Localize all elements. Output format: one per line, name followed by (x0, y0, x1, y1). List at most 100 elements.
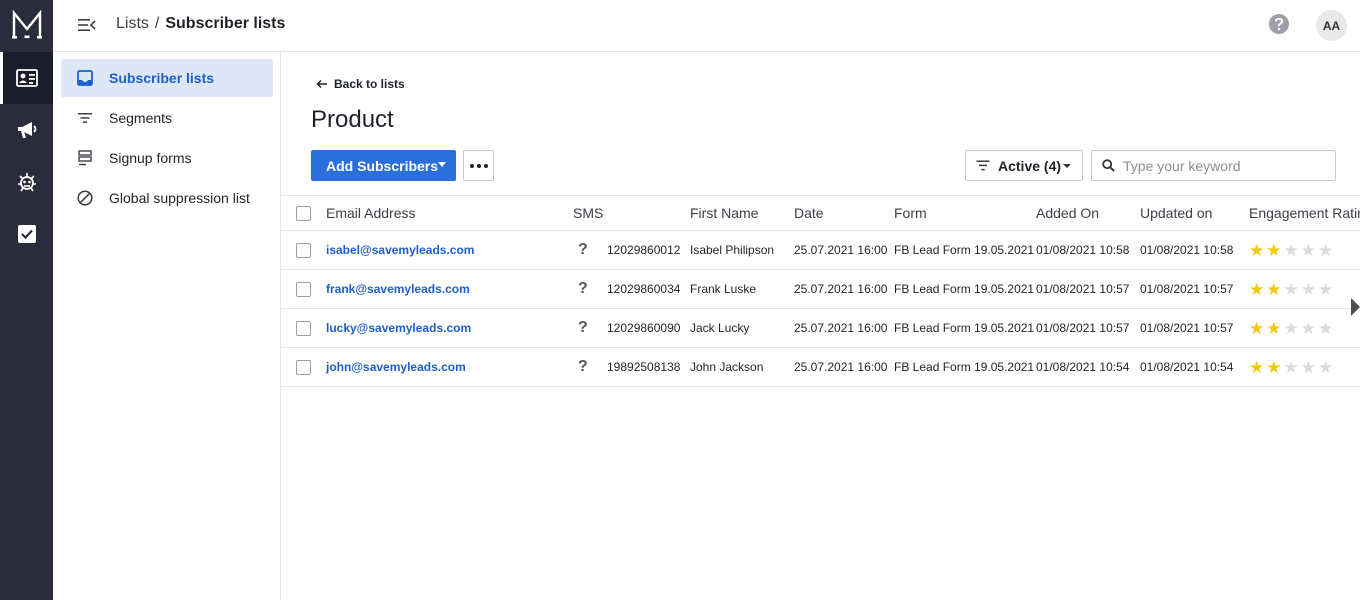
date-cell: 25.07.2021 16:00 (794, 231, 887, 269)
scroll-right-icon[interactable] (1351, 298, 1360, 316)
star-icon: ★ (1266, 279, 1282, 299)
row-checkbox[interactable] (296, 309, 311, 347)
subnav-item-label: Signup forms (109, 150, 192, 166)
contacts-icon[interactable] (0, 52, 53, 104)
block-icon (76, 189, 94, 207)
row-checkbox[interactable] (296, 270, 311, 308)
app-rail (0, 0, 53, 600)
engagement-rating: ★ ★ ★ ★ ★ (1249, 270, 1333, 308)
breadcrumb-lists[interactable]: Lists (116, 15, 149, 33)
updated-on-cell: 01/08/2021 10:57 (1140, 309, 1233, 347)
table-row[interactable]: lucky@savemyleads.com? 12029860090 Jack Lu… (281, 309, 1360, 348)
sms-status-cell: ? (578, 231, 588, 269)
back-to-lists-link[interactable]: Back to lists (316, 77, 405, 91)
engagement-rating: ★ ★ ★ ★ ★ (1249, 309, 1333, 347)
added-on-cell: 01/08/2021 10:58 (1036, 231, 1129, 269)
added-on: 01/08/2021 10:54 (1036, 360, 1130, 374)
column-added-on[interactable]: Added On (1036, 196, 1099, 230)
email-link-cell: isabel@savemyleads.com (326, 231, 474, 269)
star-icon: ★ (1318, 357, 1334, 377)
column-date[interactable]: Date (794, 196, 824, 230)
sms-status: ? (578, 241, 588, 258)
breadcrumb: Lists / Subscriber lists (116, 15, 285, 33)
status-filter-label: Active (4) (998, 157, 1062, 174)
star-icon: ★ (1300, 357, 1316, 377)
added-on: 01/08/2021 10:57 (1036, 282, 1130, 296)
form-name: FB Lead Form 19.05.2021 (894, 360, 1035, 374)
more-actions-button[interactable] (463, 150, 494, 181)
email-link[interactable]: lucky@savemyleads.com (326, 321, 471, 335)
subnav-item-global-suppression[interactable]: Global suppression list (61, 179, 273, 217)
caret-down-icon (1063, 164, 1071, 168)
column-sms[interactable]: SMS (573, 196, 603, 230)
subnav-item-subscriber-lists[interactable]: Subscriber lists (61, 59, 273, 97)
more-dot-icon (483, 163, 488, 168)
filter-icon (76, 109, 94, 127)
column-updated-on[interactable]: Updated on (1140, 196, 1212, 230)
star-icon: ★ (1249, 279, 1265, 299)
filter-icon (976, 160, 990, 171)
subnav-item-label: Segments (109, 110, 173, 126)
column-first-name[interactable]: First Name (690, 196, 758, 230)
date: 25.07.2021 16:00 (794, 321, 888, 335)
first-name: Isabel Philipson (690, 243, 775, 257)
row-checkbox[interactable] (296, 231, 311, 269)
search-input[interactable] (1123, 157, 1323, 174)
column-engagement-rating[interactable]: Engagement Rating (1249, 196, 1360, 230)
avatar[interactable]: AA (1316, 10, 1347, 41)
date: 25.07.2021 16:00 (794, 360, 888, 374)
updated-on: 01/08/2021 10:57 (1140, 321, 1234, 335)
table-row[interactable]: isabel@savemyleads.com? 12029860012 Isabel… (281, 231, 1360, 270)
star-icon: ★ (1266, 240, 1282, 260)
caret-down-icon[interactable] (438, 162, 446, 167)
first-name-cell: Frank Luske (690, 270, 756, 308)
date-cell: 25.07.2021 16:00 (794, 348, 887, 386)
lists-subnav: Subscriber lists Segments Signup forms G… (53, 52, 281, 600)
added-on-cell: 01/08/2021 10:57 (1036, 270, 1129, 308)
first-name-cell: Isabel Philipson (690, 231, 774, 269)
first-name-cell: John Jackson (690, 348, 763, 386)
phone-number-cell: 12029860012 (607, 231, 680, 269)
search-icon (1102, 159, 1115, 172)
subnav-item-signup-forms[interactable]: Signup forms (61, 139, 273, 177)
star-icon: ★ (1283, 357, 1299, 377)
table-header: Email Address SMS First Name Date Form A… (281, 195, 1360, 231)
form-name-cell: FB Lead Form 19.05.2021 (894, 231, 1034, 269)
email-link[interactable]: frank@savemyleads.com (326, 282, 470, 296)
updated-on-cell: 01/08/2021 10:57 (1140, 270, 1233, 308)
email-link[interactable]: isabel@savemyleads.com (326, 243, 474, 257)
automation-icon[interactable] (0, 156, 53, 208)
subnav-item-label: Global suppression list (109, 190, 250, 206)
email-link-cell: john@savemyleads.com (326, 348, 466, 386)
added-on-cell: 01/08/2021 10:54 (1036, 348, 1129, 386)
sms-status: ? (578, 358, 588, 375)
table-row[interactable]: john@savemyleads.com? 19892508138 John Jac… (281, 348, 1360, 387)
logo-icon[interactable] (0, 0, 53, 50)
column-email[interactable]: Email Address (326, 196, 415, 230)
star-icon: ★ (1300, 240, 1316, 260)
collapse-menu-icon[interactable] (77, 16, 97, 34)
phone-number: 12029860034 (607, 282, 681, 296)
search-box[interactable] (1091, 150, 1336, 181)
engagement-rating: ★ ★ ★ ★ ★ (1249, 231, 1333, 269)
date: 25.07.2021 16:00 (794, 282, 888, 296)
sms-status: ? (578, 280, 588, 297)
form-icon (76, 149, 94, 167)
star-icon: ★ (1318, 279, 1334, 299)
sms-status-cell: ? (578, 270, 588, 308)
first-name-cell: Jack Lucky (690, 309, 749, 347)
row-checkbox[interactable] (296, 348, 311, 386)
star-icon: ★ (1266, 357, 1282, 377)
table-row[interactable]: frank@savemyleads.com? 12029860034 Frank L… (281, 270, 1360, 309)
subnav-item-segments[interactable]: Segments (61, 99, 273, 137)
help-icon[interactable] (1269, 14, 1289, 34)
status-filter-dropdown[interactable]: Active (4) (965, 150, 1083, 181)
email-link[interactable]: john@savemyleads.com (326, 360, 466, 374)
campaigns-icon[interactable] (0, 104, 53, 156)
select-all-checkbox[interactable] (296, 196, 311, 230)
subnav-item-label: Subscriber lists (109, 70, 215, 86)
tasks-icon[interactable] (0, 208, 53, 260)
add-subscribers-button[interactable]: Add Subscribers (311, 150, 456, 181)
column-form[interactable]: Form (894, 196, 927, 230)
added-on: 01/08/2021 10:58 (1036, 243, 1130, 257)
